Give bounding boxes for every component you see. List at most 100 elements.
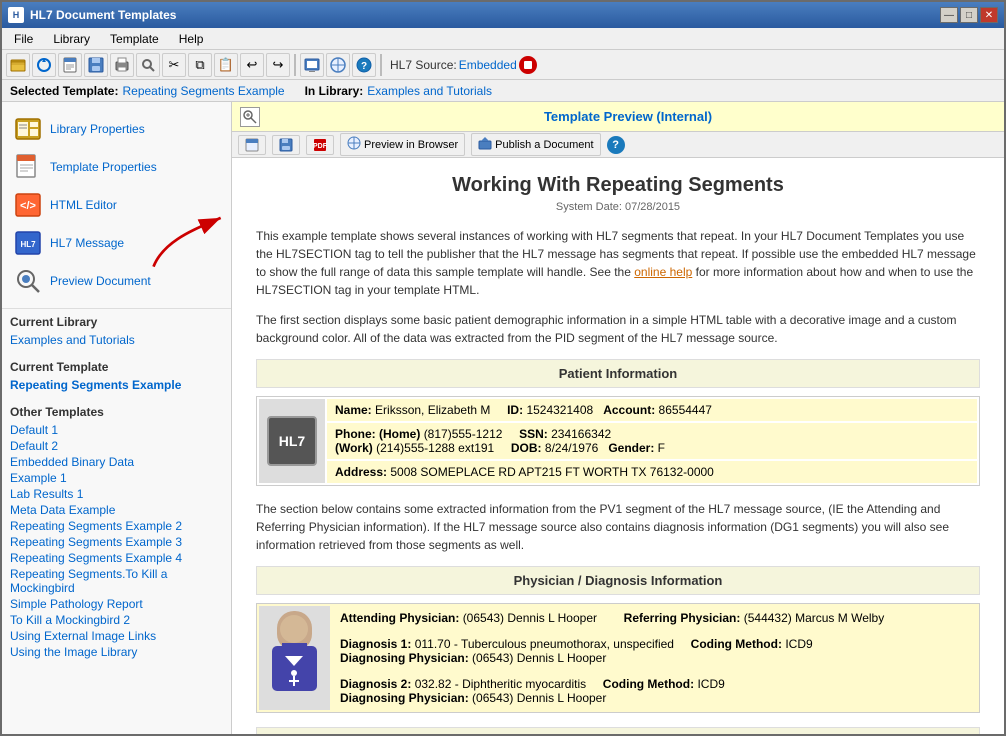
preview-header: Template Preview (Internal) <box>232 102 1004 132</box>
ptb-image-btn[interactable] <box>238 135 266 155</box>
diagnosing1-label: Diagnosing Physician: <box>340 651 469 665</box>
publish-document-label: Publish a Document <box>495 139 593 151</box>
selected-template-bar: Selected Template: Repeating Segments Ex… <box>2 80 1004 102</box>
nav-template-properties[interactable]: Template Properties <box>6 148 227 186</box>
patient-info-table: HL7 Name: Eriksson, Elizabeth M ID: 1524… <box>256 396 980 486</box>
other-template-rep-seg-2[interactable]: Repeating Segments Example 2 <box>10 518 223 534</box>
doctor-image <box>267 611 322 691</box>
tb-redo-icon[interactable]: ↪ <box>266 53 290 77</box>
phone-work-label: (Work) <box>335 441 373 455</box>
doc-para-1: This example template shows several inst… <box>256 227 980 299</box>
doc-para-2: The first section displays some basic pa… <box>256 311 980 347</box>
other-template-image-library[interactable]: Using the Image Library <box>10 644 223 660</box>
ptb-publish-btn[interactable]: Publish a Document <box>471 133 600 156</box>
menu-file[interactable]: File <box>6 30 41 48</box>
other-template-default1[interactable]: Default 1 <box>10 422 223 438</box>
tb-copy-icon[interactable]: ⧉ <box>188 53 212 77</box>
tb-find-icon[interactable] <box>136 53 160 77</box>
other-template-default2[interactable]: Default 2 <box>10 438 223 454</box>
help-button[interactable]: ? <box>607 136 625 154</box>
window-controls: — □ ✕ <box>940 7 998 23</box>
insurance-section-heading: Handling Insurance Information <box>256 727 980 734</box>
zoom-icon[interactable] <box>240 107 260 127</box>
menu-help[interactable]: Help <box>171 30 212 48</box>
menu-bar: File Library Template Help <box>2 28 1004 50</box>
other-template-lab-results[interactable]: Lab Results 1 <box>10 486 223 502</box>
nav-html-editor[interactable]: </> HTML Editor <box>6 186 227 224</box>
coding1-label: Coding Method: <box>691 637 782 651</box>
doc-system-date: System Date: 07/28/2015 <box>256 201 980 213</box>
preview-browser-icon <box>347 136 361 153</box>
main-area: Library Properties Template Properties <box>2 102 1004 734</box>
ptb-save-btn[interactable] <box>272 135 300 155</box>
ssn-value: 234166342 <box>551 427 611 441</box>
tb-separator-1 <box>294 54 296 76</box>
dob-value: 8/24/1976 <box>545 441 598 455</box>
coding1-value: ICD9 <box>785 637 812 651</box>
online-help-link[interactable]: online help <box>634 265 692 279</box>
menu-template[interactable]: Template <box>102 30 167 48</box>
ptb-pdf-btn[interactable]: PDF <box>306 135 334 155</box>
tb-paste-icon[interactable]: 📋 <box>214 53 238 77</box>
diagnosis1-value: 011.70 - Tuberculous pneumothorax, unspe… <box>415 637 674 651</box>
tb-refresh-icon[interactable] <box>32 53 56 77</box>
ptb-preview-browser-btn[interactable]: Preview in Browser <box>340 133 465 156</box>
nav-preview-document[interactable]: Preview Document <box>6 262 227 300</box>
tb-cut-icon[interactable]: ✂ <box>162 53 186 77</box>
document-content: Working With Repeating Segments System D… <box>232 158 1004 734</box>
maximize-button[interactable]: □ <box>960 7 978 23</box>
tb-print-icon[interactable] <box>110 53 134 77</box>
current-library-link[interactable]: Examples and Tutorials <box>10 332 223 348</box>
coding2-label: Coding Method: <box>603 677 694 691</box>
attending-value: (06543) Dennis L Hooper <box>463 611 597 625</box>
nav-template-properties-label: Template Properties <box>50 160 157 174</box>
tb-browser-icon[interactable] <box>326 53 350 77</box>
physician-section-heading: Physician / Diagnosis Information <box>256 566 980 595</box>
other-template-pathology[interactable]: Simple Pathology Report <box>10 596 223 612</box>
tb-help-icon[interactable]: ? <box>352 53 376 77</box>
nav-library-properties[interactable]: Library Properties <box>6 110 227 148</box>
attending-label: Attending Physician: <box>340 611 459 625</box>
address-value: 5008 SOMEPLACE RD APT215 FT WORTH TX 761… <box>390 465 713 479</box>
diagnosis2-value: 032.82 - Diphtheritic myocarditis <box>415 677 586 691</box>
menu-library[interactable]: Library <box>45 30 98 48</box>
tb-save-icon[interactable] <box>84 53 108 77</box>
selected-template-value[interactable]: Repeating Segments Example <box>122 84 284 98</box>
other-template-example1[interactable]: Example 1 <box>10 470 223 486</box>
diagnosing2-value: (06543) Dennis L Hooper <box>472 691 606 705</box>
phone-work-value: (214)555-1288 ext191 <box>376 441 494 455</box>
nav-hl7-message[interactable]: HL7 HL7 Message <box>6 224 227 262</box>
phone-home-label: Phone: (Home) <box>335 427 420 441</box>
other-template-embedded-binary[interactable]: Embedded Binary Data <box>10 454 223 470</box>
hl7-source-value[interactable]: Embedded <box>459 58 517 72</box>
diagnosis1-label: Diagnosis 1: <box>340 637 411 651</box>
physician-info-table: Attending Physician: (06543) Dennis L Ho… <box>256 603 980 713</box>
preview-toolbar: PDF Preview in Browser Publish a Documen… <box>232 132 1004 158</box>
sidebar-current-library: Current Library Examples and Tutorials <box>2 309 231 354</box>
svg-text:HL7: HL7 <box>20 240 36 249</box>
other-template-rep-seg-4[interactable]: Repeating Segments Example 4 <box>10 550 223 566</box>
current-template-link[interactable]: Repeating Segments Example <box>10 377 223 393</box>
close-button[interactable]: ✕ <box>980 7 998 23</box>
address-label: Address: <box>335 465 387 479</box>
tb-stop-icon[interactable] <box>519 56 537 74</box>
sidebar-current-template: Current Template Repeating Segments Exam… <box>2 354 231 399</box>
sidebar: Library Properties Template Properties <box>2 102 232 734</box>
tb-undo-icon[interactable]: ↩ <box>240 53 264 77</box>
id-label: ID: <box>507 403 523 417</box>
other-template-rep-seg-3[interactable]: Repeating Segments Example 3 <box>10 534 223 550</box>
other-template-meta-data[interactable]: Meta Data Example <box>10 502 223 518</box>
in-library-value[interactable]: Examples and Tutorials <box>367 84 492 98</box>
tb-template-icon[interactable] <box>58 53 82 77</box>
tb-preview-icon[interactable] <box>300 53 324 77</box>
tb-open-library-icon[interactable] <box>6 53 30 77</box>
hl7-source-label: HL7 Source: <box>390 58 457 72</box>
other-template-rep-seg-mockingbird[interactable]: Repeating Segments.To Kill a Mockingbird <box>10 566 223 596</box>
other-template-mockingbird2[interactable]: To Kill a Mockingbird 2 <box>10 612 223 628</box>
other-template-external-image[interactable]: Using External Image Links <box>10 628 223 644</box>
minimize-button[interactable]: — <box>940 7 958 23</box>
ssn-label: SSN: <box>519 427 548 441</box>
title-bar: H HL7 Document Templates — □ ✕ <box>2 2 1004 28</box>
name-value: Eriksson, Elizabeth M <box>375 403 490 417</box>
main-window: H HL7 Document Templates — □ ✕ File Libr… <box>0 0 1006 736</box>
